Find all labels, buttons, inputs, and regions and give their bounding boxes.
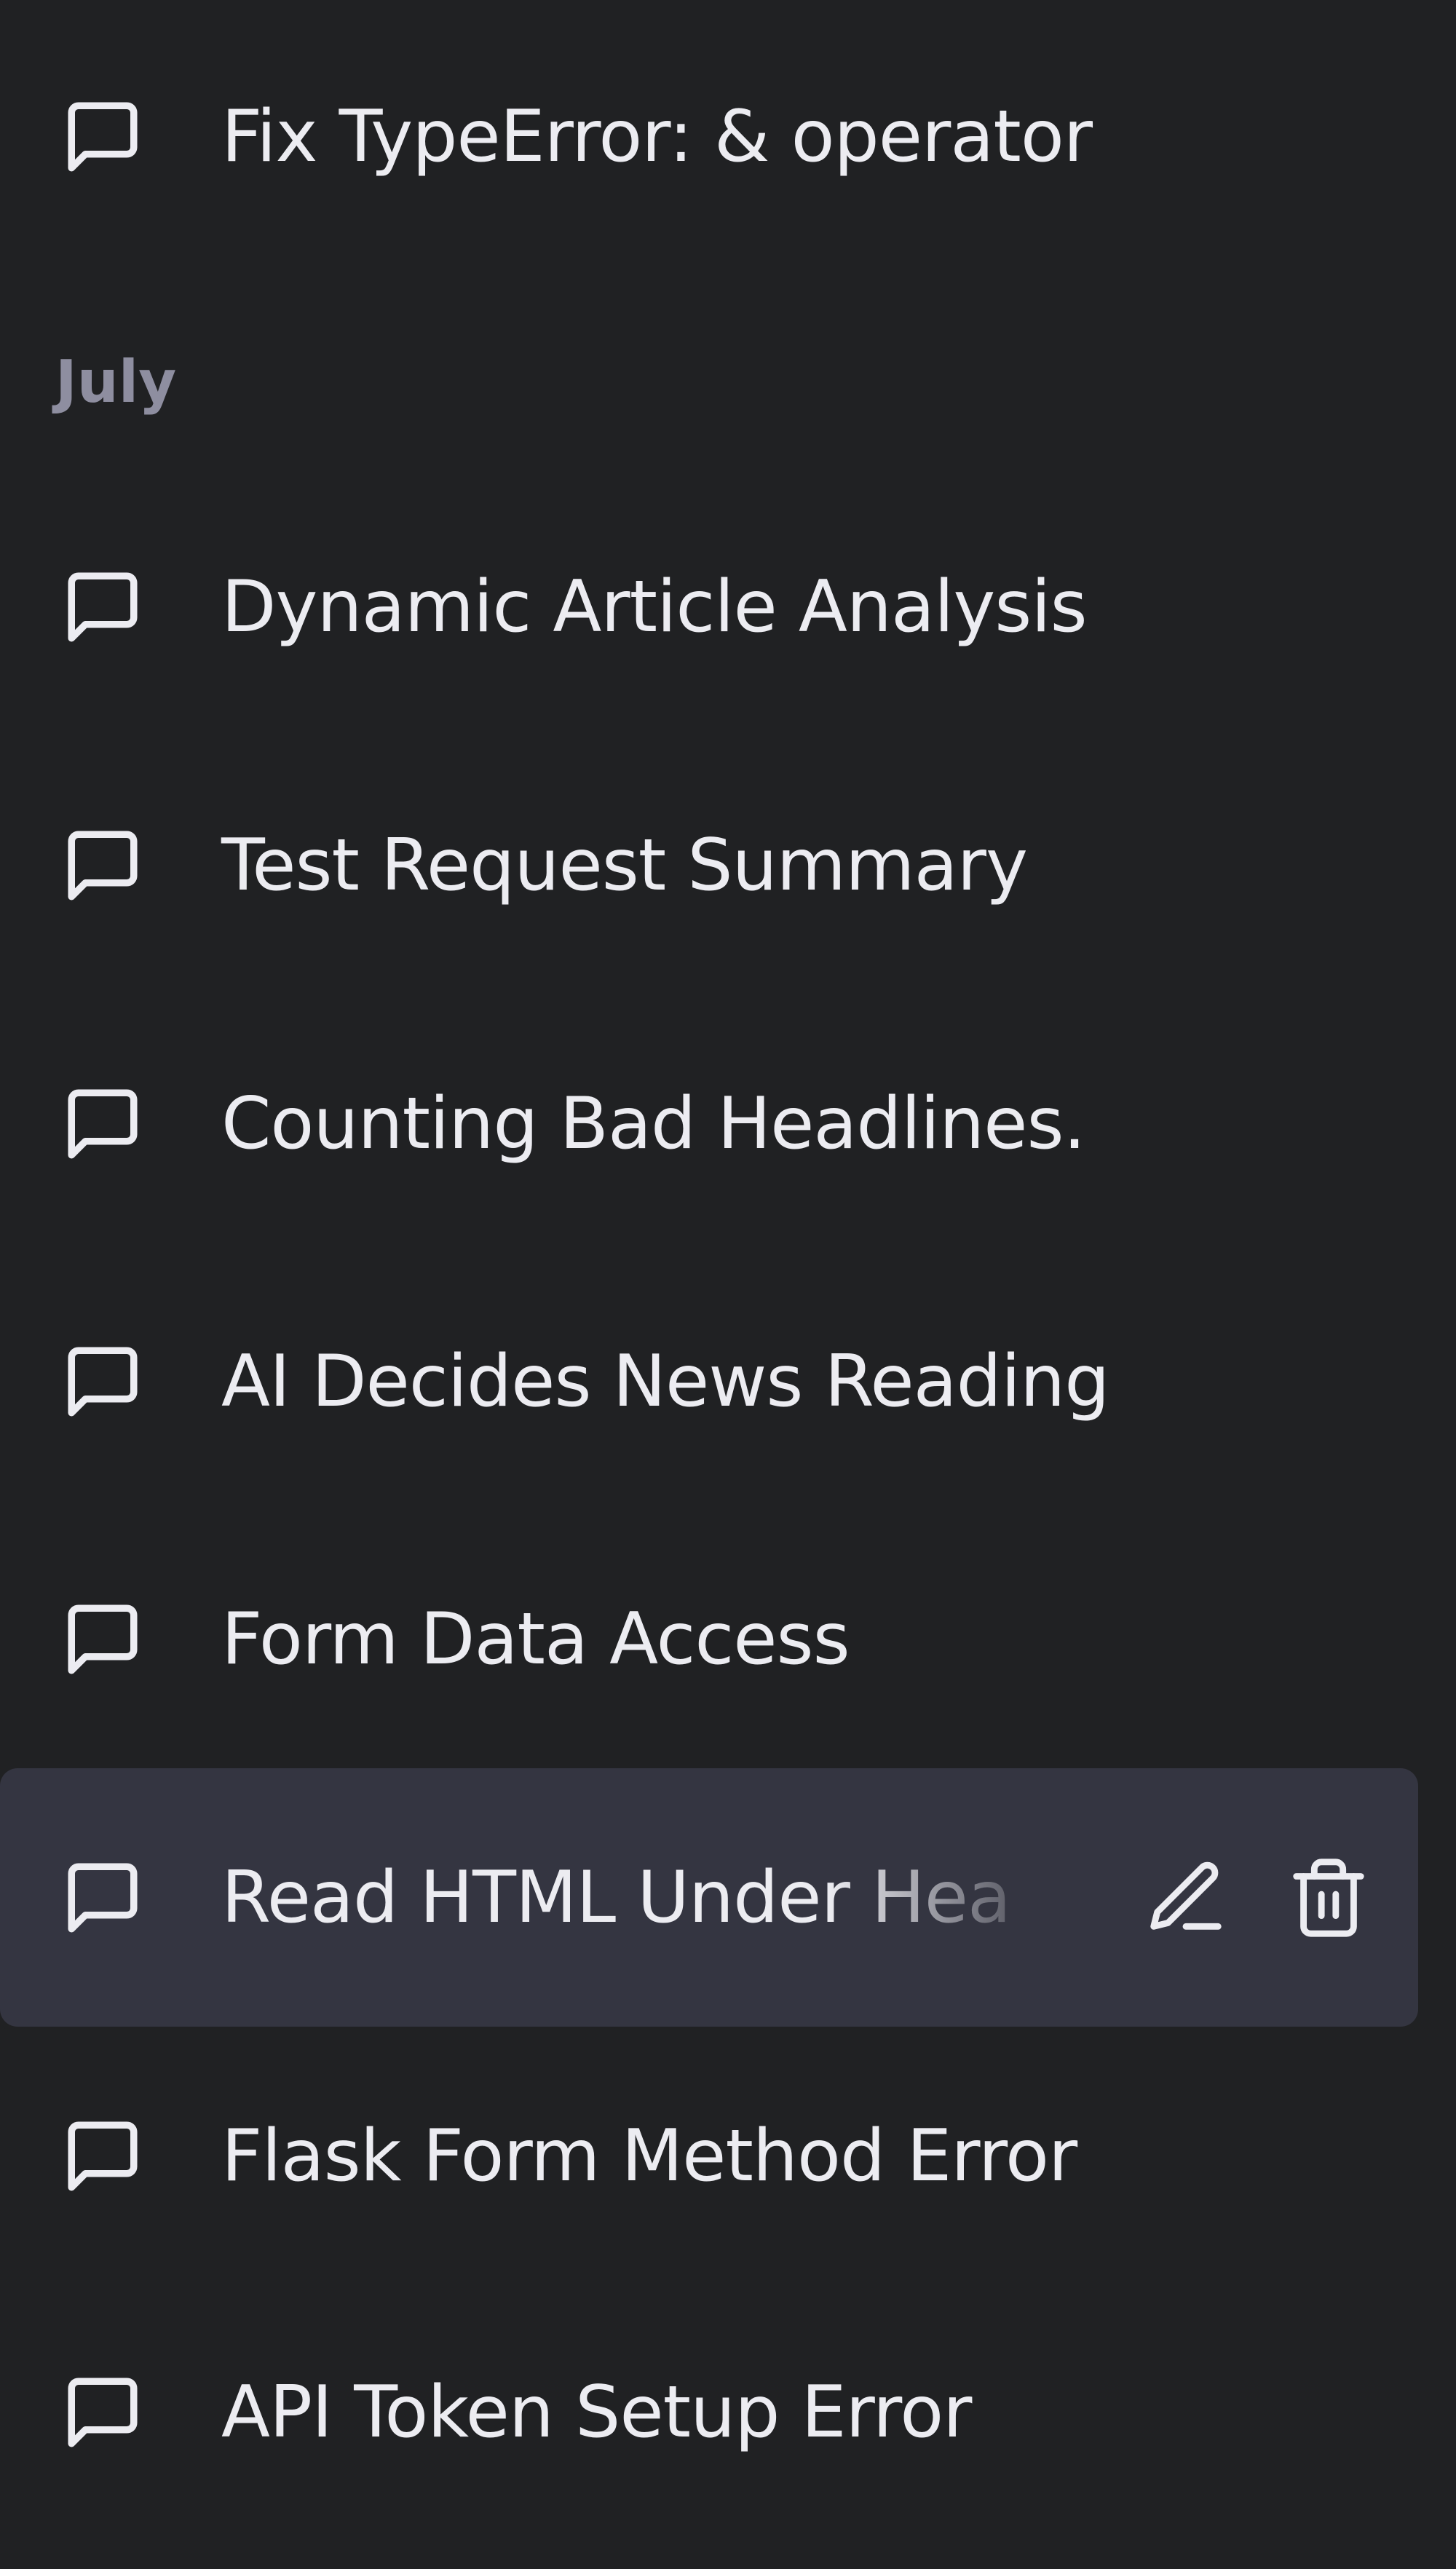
chat-item-dynamic-article-analysis[interactable]: Dynamic Article Analysis xyxy=(0,478,1418,736)
chat-item-label: Form Data Access xyxy=(221,1597,850,1681)
edit-pencil-icon[interactable] xyxy=(1140,1852,1232,1944)
chat-item-fix-typeerror[interactable]: Fix TypeError: & operator xyxy=(0,7,1418,266)
chat-item-label: Test Request Summary xyxy=(221,823,1028,907)
chat-item-test-request-summary[interactable]: Test Request Summary xyxy=(0,736,1418,994)
chat-item-label: Flask Form Method Error xyxy=(221,2114,1077,2198)
chat-item-label: Fix TypeError: & operator xyxy=(221,95,1093,178)
chat-item-label: Read HTML Under Hea xyxy=(221,1861,1011,1933)
chat-bubble-icon xyxy=(61,566,144,649)
chat-item-ai-decides-news-reading[interactable]: AI Decides News Reading xyxy=(0,1252,1418,1511)
chat-item-form-data-access[interactable]: Form Data Access xyxy=(0,1510,1418,1768)
chat-item-label: Counting Bad Headlines. xyxy=(221,1082,1086,1165)
chat-item-flask-form-method-error[interactable]: Flask Form Method Error xyxy=(0,2027,1418,2285)
chat-item-actions xyxy=(1140,1852,1374,1944)
delete-trash-icon[interactable] xyxy=(1283,1852,1374,1944)
chat-item-read-html-under-headline[interactable]: Read HTML Under Hea xyxy=(0,1768,1418,2027)
chat-item-label: Dynamic Article Analysis xyxy=(221,565,1088,649)
section-title-july: July xyxy=(55,348,177,416)
chat-history-sidebar: Fix TypeError: & operator July Dynamic A… xyxy=(0,0,1456,2569)
chat-item-label: AI Decides News Reading xyxy=(221,1339,1109,1423)
chat-item-counting-bad-headlines[interactable]: Counting Bad Headlines. xyxy=(0,994,1418,1253)
chat-bubble-icon xyxy=(61,824,144,907)
chat-bubble-icon xyxy=(61,2371,144,2454)
chat-bubble-icon xyxy=(61,95,144,178)
chat-bubble-icon xyxy=(61,2115,144,2198)
chat-bubble-icon xyxy=(61,1082,144,1165)
chat-bubble-icon xyxy=(61,1856,144,1939)
chat-bubble-icon xyxy=(61,1598,144,1681)
chat-item-label: API Token Setup Error xyxy=(221,2370,972,2454)
chat-item-api-token-setup-error[interactable]: API Token Setup Error xyxy=(0,2283,1418,2541)
chat-bubble-icon xyxy=(61,1340,144,1423)
